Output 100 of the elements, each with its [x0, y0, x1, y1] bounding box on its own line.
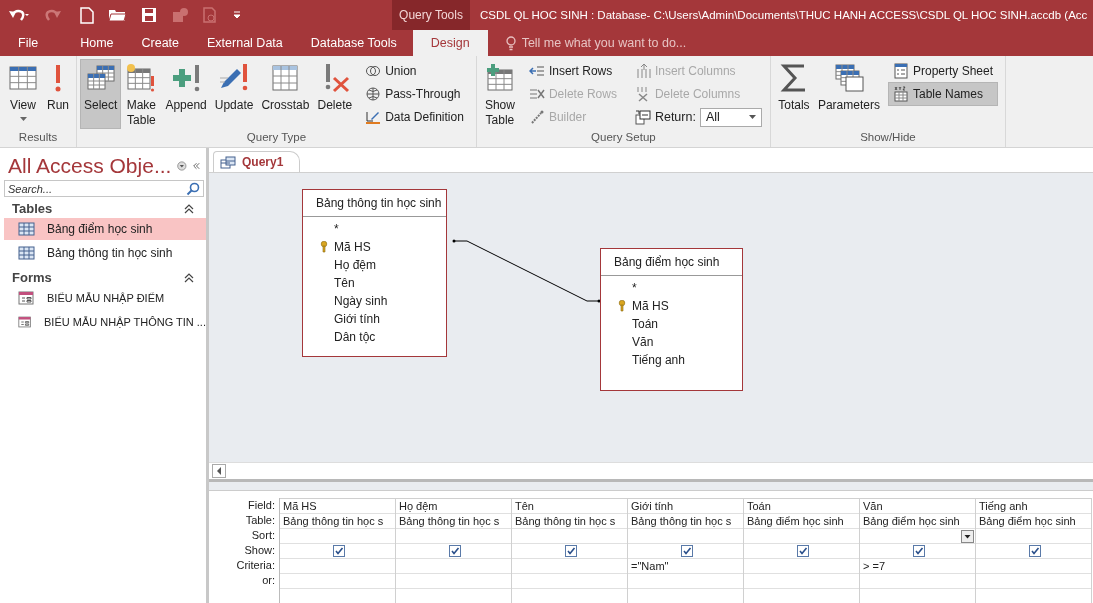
collapse-chevrons-icon[interactable] — [184, 272, 194, 283]
table-icon — [18, 246, 35, 260]
ribbon-button[interactable]: Select — [81, 60, 121, 128]
table-cell[interactable]: Bảng thông tin học s — [396, 514, 511, 529]
checkbox[interactable] — [1029, 545, 1041, 557]
collapse-chevrons-icon[interactable] — [184, 203, 194, 214]
document-tab[interactable]: Query1 — [213, 151, 301, 172]
table-cell[interactable]: Bảng điểm học sinh — [976, 514, 1091, 529]
ribbon-button[interactable]: View — [4, 60, 42, 128]
folder-icon[interactable] — [108, 7, 127, 23]
field-name[interactable]: * — [632, 281, 637, 295]
ribbon-button[interactable]: Run — [44, 60, 72, 128]
arrow-columns-icon — [634, 63, 651, 79]
ribbon-tab[interactable]: Design — [412, 30, 488, 56]
ribbon-button[interactable]: Append — [162, 60, 210, 128]
ribbon-tab[interactable]: External Data — [195, 30, 295, 56]
field-cell[interactable]: Tên — [512, 499, 627, 514]
criteria-value[interactable]: ="Nam" — [631, 559, 669, 573]
nav-item[interactable]: Bảng thông tin học sinh — [4, 242, 206, 264]
ribbon-button[interactable]: Property Sheet — [888, 60, 997, 82]
field-name[interactable]: Toán — [632, 317, 659, 331]
ribbon-button[interactable]: Totals — [774, 60, 813, 128]
table-box[interactable]: Bảng điểm học sinh * Mã HS Toán Văn Tiếng anh — [600, 248, 743, 391]
sort-cell[interactable] — [860, 529, 975, 544]
ribbon-button[interactable]: Table Names — [888, 83, 997, 105]
exclamation-icon — [54, 64, 62, 92]
scroll-left-icon[interactable] — [212, 464, 226, 478]
windows-icon — [832, 62, 865, 94]
table-names-icon — [892, 86, 909, 102]
checkbox[interactable] — [565, 545, 577, 557]
field-name[interactable]: Mã HS — [334, 240, 371, 254]
tell-me-field[interactable]: Tell me what you want to do... — [521, 36, 722, 50]
table-cell[interactable]: Bảng điểm học sinh — [744, 514, 859, 529]
nav-item[interactable]: BIỂU MẪU NHẬP ĐIỂM — [4, 287, 206, 309]
field-name[interactable]: Dân tộc — [334, 330, 376, 344]
ribbon-button[interactable]: Insert Rows — [524, 60, 621, 82]
field-name[interactable]: Mã HS — [632, 299, 669, 313]
field-cell[interactable]: Tiếng anh — [976, 499, 1091, 514]
ribbon-button[interactable]: Union — [361, 60, 468, 82]
return-dropdown[interactable]: All — [699, 107, 762, 127]
field-name[interactable]: Họ đệm — [334, 258, 377, 272]
table-cell[interactable]: Bảng điểm học sinh — [860, 514, 975, 529]
checkbox[interactable] — [681, 545, 693, 557]
field-name[interactable]: Giới tính — [334, 312, 380, 326]
ribbon-button[interactable]: Crosstab — [258, 60, 313, 128]
field-cell[interactable]: Toán — [744, 499, 859, 514]
ribbon-button[interactable]: Delete — [314, 60, 356, 128]
field-name[interactable]: Văn — [632, 335, 654, 349]
ribbon-group-label: Query Setup — [590, 131, 657, 145]
nav-group-header[interactable]: Forms — [12, 270, 52, 285]
search-field[interactable]: Search... — [4, 180, 204, 197]
rings-icon — [365, 63, 382, 79]
ribbon-group-label: Show/Hide — [859, 131, 917, 145]
checkbox[interactable] — [913, 545, 925, 557]
criteria-value[interactable]: > =7 — [863, 559, 886, 573]
customize-caret-icon[interactable] — [233, 11, 241, 19]
nav-group-header[interactable]: Tables — [12, 201, 53, 216]
table-box[interactable]: Bảng thông tin học sinh * Mã HS Họ đệm Tên Ngày sinh Giới tính Dân tộc — [302, 189, 447, 357]
row-label: Field: — [247, 498, 276, 513]
nav-item[interactable]: Bảng điểm học sinh — [4, 218, 206, 240]
checkbox[interactable] — [449, 545, 461, 557]
window-title: CSDL QL HOC SINH : Database- C:\Users\Admin\Documents\THUC HANH ACCESS\CSDL QL HOC SINH.accdb (Acc — [479, 9, 1088, 21]
sheet-icon — [634, 109, 651, 125]
table-cell[interactable]: Bảng thông tin học s — [628, 514, 743, 529]
search-icon — [186, 182, 200, 196]
save-icon[interactable] — [141, 7, 157, 23]
ribbon-button[interactable]: Data Definition — [361, 106, 468, 128]
row-label: Sort: — [250, 528, 276, 543]
checkbox[interactable] — [333, 545, 345, 557]
ribbon-tab[interactable]: Home — [68, 30, 126, 56]
field-cell[interactable]: Văn — [860, 499, 975, 514]
dropdown-circle-icon[interactable] — [177, 159, 188, 173]
field-cell[interactable]: Mã HS — [280, 499, 395, 514]
field-name[interactable]: Tiếng anh — [632, 353, 685, 367]
ribbon-button[interactable]: Show Table — [480, 60, 519, 128]
field-name[interactable]: Tên — [334, 276, 355, 290]
nav-item[interactable]: BIỂU MẪU NHẬP THÔNG TIN ... — [4, 311, 206, 333]
field-cell[interactable]: Họ đệm — [396, 499, 511, 514]
ribbon-button[interactable]: Pass-Through — [361, 83, 468, 105]
cross-lines-icon — [528, 86, 545, 102]
table-title: Bảng thông tin học sinh — [303, 190, 446, 217]
field-name[interactable]: Ngày sinh — [334, 294, 388, 308]
ribbon-button[interactable]: Parameters — [814, 60, 883, 128]
form-icon — [18, 291, 35, 305]
checkbox[interactable] — [797, 545, 809, 557]
table-cell[interactable]: Bảng thông tin học s — [280, 514, 395, 529]
table-cell[interactable]: Bảng thông tin học s — [512, 514, 627, 529]
ribbon-button[interactable]: Make Table — [122, 60, 161, 128]
ribbon-group-label: Results — [17, 131, 59, 145]
new-file-icon[interactable] — [80, 6, 94, 24]
list-sheet-icon — [892, 63, 909, 79]
ribbon-tab[interactable]: Create — [129, 30, 192, 56]
ribbon-button[interactable]: Update — [211, 60, 257, 128]
wand-icon — [528, 109, 545, 125]
field-cell[interactable]: Giới tính — [628, 499, 743, 514]
ribbon-tab[interactable]: File — [0, 30, 51, 56]
form-icon — [18, 315, 32, 329]
field-name[interactable]: * — [334, 222, 339, 236]
ribbon-tab[interactable]: Database Tools — [298, 30, 409, 56]
undo-icon[interactable] — [8, 7, 30, 23]
